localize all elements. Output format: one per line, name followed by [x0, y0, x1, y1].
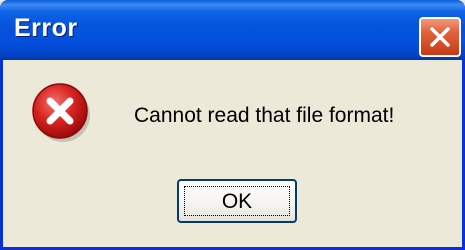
error-message: Cannot read that file format! [134, 104, 395, 127]
ok-button-label: OK [221, 190, 253, 213]
window-title: Error [14, 14, 78, 42]
title-bar[interactable]: Error [0, 0, 465, 60]
error-dialog-window: Error Cannot read that file format! OK [0, 0, 465, 250]
dialog-body: Cannot read that file format! OK [3, 60, 462, 247]
close-icon [430, 27, 450, 47]
ok-button[interactable]: OK [177, 179, 297, 223]
error-icon [32, 83, 90, 142]
close-button[interactable] [419, 17, 461, 57]
